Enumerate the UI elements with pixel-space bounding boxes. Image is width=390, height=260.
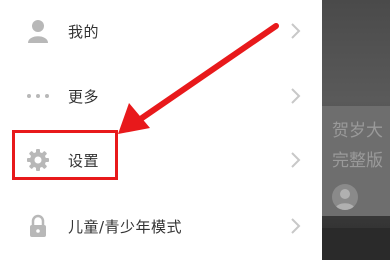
annotation-arrow-icon bbox=[118, 23, 279, 134]
